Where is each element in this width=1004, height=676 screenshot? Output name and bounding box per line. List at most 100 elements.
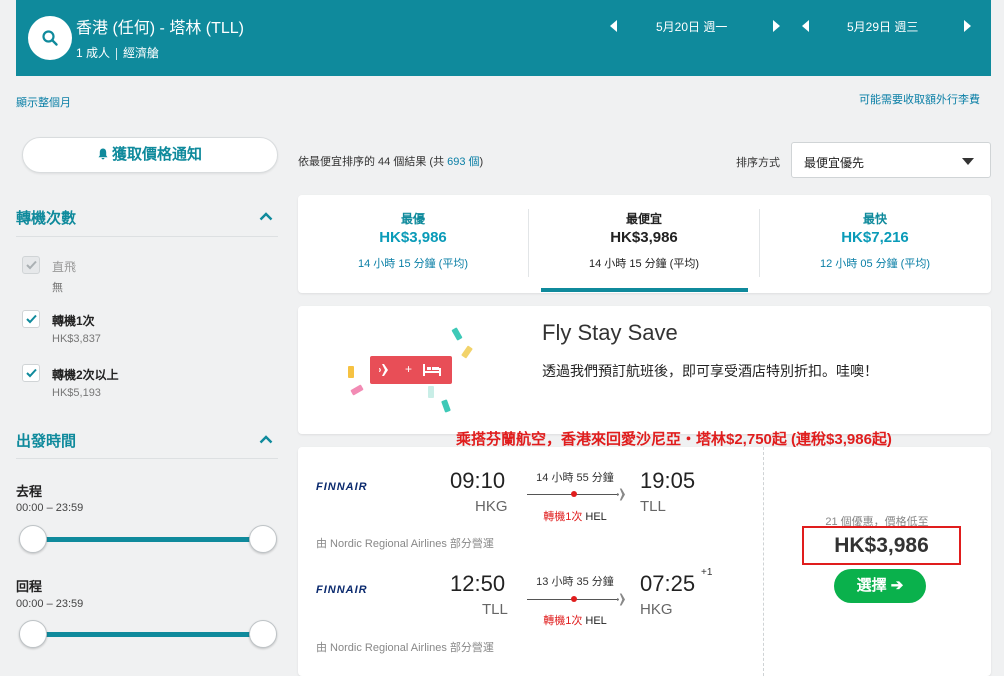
show-month-link[interactable]: 顯示整個月 [16, 94, 71, 110]
return-slider-end-handle[interactable] [249, 620, 277, 648]
results-summary: 依最便宜排序的 44 個結果 (共 693 個) [298, 153, 483, 169]
passenger-cabin[interactable]: 1 成人 經濟艙 [76, 44, 159, 61]
search-header[interactable]: 香港 (任何) - 塔林 (TLL) 1 成人 經濟艙 5月20日 週一 5月29… [16, 0, 991, 76]
check-icon [26, 314, 37, 324]
stops-direct-label: 直飛 [52, 260, 77, 274]
leg1-stops: 轉機1次 HEL [520, 508, 630, 524]
price-alert-button[interactable]: 獲取價格通知 [22, 137, 278, 173]
return-time-label: 回程 [16, 579, 43, 594]
tab-fastest-price: HK$7,216 [841, 229, 909, 246]
check-icon [26, 368, 37, 378]
outbound-slider-end-handle[interactable] [249, 525, 277, 553]
leg2-arrive-time: 07:25 [640, 571, 696, 596]
stops-one-checkbox[interactable] [22, 310, 40, 328]
baggage-fee-link[interactable]: 可能需要收取額外行李費 [859, 91, 980, 107]
leg1-duration: 14 小時 55 分鐘 [536, 472, 614, 484]
return-slider-track[interactable] [30, 632, 264, 637]
sort-tabs: 最優 HK$3,986 14 小時 15 分鐘 (平均) 最便宜 HK$3,98… [298, 195, 991, 293]
airplane-icon [617, 488, 631, 501]
red-annotation: 乘搭芬蘭航空，香港來回愛沙尼亞・塔林$2,750起 (連稅$3,986起) [456, 431, 892, 448]
results-sort-word: 最便宜 [309, 156, 342, 168]
depart-date[interactable]: 5月20日 週一 [656, 18, 727, 35]
confetti-decoration [441, 399, 451, 413]
return-date-nav[interactable]: 5月29日 週三 [802, 16, 972, 36]
results-total-link[interactable]: 693 個 [447, 156, 479, 168]
leg2-arrive-code: HKG [640, 601, 673, 618]
leg1-operated-by: 由 Nordic Regional Airlines 部分營運 [316, 538, 494, 550]
select-button[interactable]: 選擇 ➔ [834, 569, 926, 603]
leg2-operated-by: 由 Nordic Regional Airlines 部分營運 [316, 642, 494, 654]
stops-one-price: HK$3,837 [52, 333, 101, 345]
leg1-depart-code: HKG [475, 498, 508, 515]
stops-two-plus-label: 轉機2次以上 [52, 368, 119, 382]
search-button[interactable] [28, 16, 72, 60]
confetti-decoration [348, 366, 354, 378]
leg2-day-offset: +1 [701, 567, 713, 578]
chevron-right-icon[interactable] [964, 20, 971, 32]
stop-dot [571, 596, 577, 602]
leg1-stops-count: 轉機1次 [543, 511, 583, 523]
leg2-stops-count: 轉機1次 [543, 615, 583, 627]
flight-result-card[interactable]: FINNAIR 09:10 HKG 14 小時 55 分鐘 轉機1次 HEL 1… [298, 447, 991, 676]
stops-two-plus-price: HK$5,193 [52, 387, 101, 399]
active-tab-indicator [541, 288, 748, 292]
return-slider-start-handle[interactable] [19, 620, 47, 648]
badge-plus: + [405, 362, 413, 376]
divider [763, 447, 764, 676]
promo-description: 透過我們預訂航班後，即可享受酒店特別折扣。哇噢！ [542, 363, 878, 379]
tab-best-duration: 14 小時 15 分鐘 (平均) [357, 258, 469, 270]
leg1-via: HEL [585, 511, 607, 523]
departure-time-title[interactable]: 出發時間 [16, 430, 76, 451]
leg1-arrive-time: 19:05 [640, 468, 696, 493]
airplane-icon [617, 593, 631, 606]
outbound-time-label: 去程 [16, 484, 43, 499]
chevron-right-icon[interactable] [773, 20, 780, 32]
stops-direct-price: 無 [52, 282, 63, 294]
price-alert-label: 獲取價格通知 [111, 146, 202, 163]
check-icon [26, 260, 37, 270]
tab-best[interactable]: 最優 HK$3,986 14 小時 15 分鐘 (平均) [298, 195, 528, 293]
chevron-up-icon[interactable] [259, 212, 273, 221]
confetti-decoration [350, 384, 364, 396]
cabin-class: 經濟艙 [123, 46, 160, 60]
tab-cheapest-label: 最便宜 [625, 212, 662, 226]
confetti-decoration [428, 386, 434, 398]
tab-fastest-label: 最快 [862, 212, 887, 226]
divider [16, 458, 278, 459]
tab-cheapest-price: HK$3,986 [610, 229, 678, 246]
stops-filter-title[interactable]: 轉機次數 [16, 207, 76, 228]
sort-label: 排序方式 [736, 157, 780, 169]
stop-dot [571, 491, 577, 497]
tab-cheapest[interactable]: 最便宜 HK$3,986 14 小時 15 分鐘 (平均) [529, 195, 759, 293]
price-highlight-box: HK$3,986 [802, 526, 961, 565]
tab-best-price: HK$3,986 [379, 229, 447, 246]
outbound-time-range: 00:00 – 23:59 [16, 502, 84, 514]
tab-fastest[interactable]: 最快 HK$7,216 12 小時 05 分鐘 (平均) [760, 195, 990, 293]
promo-title: Fly Stay Save [542, 320, 678, 345]
chevron-left-icon[interactable] [802, 20, 809, 32]
chevron-left-icon[interactable] [610, 20, 617, 32]
stops-two-plus-checkbox[interactable] [22, 364, 40, 382]
results-count: 排序的 44 個結果 (共 [342, 156, 448, 168]
leg2-stops: 轉機1次 HEL [520, 612, 630, 628]
stops-one-label: 轉機1次 [52, 314, 95, 328]
confetti-decoration [461, 345, 473, 359]
leg2-duration: 13 小時 35 分鐘 [536, 576, 614, 588]
outbound-slider-start-handle[interactable] [19, 525, 47, 553]
flight-hotel-badge: + [370, 356, 452, 384]
return-time-range: 00:00 – 23:59 [16, 598, 84, 610]
finnair-logo: FINNAIR [316, 584, 368, 596]
chevron-up-icon[interactable] [259, 435, 273, 444]
return-date[interactable]: 5月29日 週三 [847, 18, 918, 35]
bell-icon [98, 148, 108, 160]
leg2-via: HEL [585, 615, 607, 627]
outbound-slider-track[interactable] [30, 537, 264, 542]
depart-date-nav[interactable]: 5月20日 週一 [610, 16, 780, 36]
stops-direct-checkbox[interactable] [22, 256, 40, 274]
caret-down-icon [962, 158, 974, 165]
results-suffix: ) [479, 156, 484, 168]
sort-select[interactable]: 最便宜優先 [791, 142, 991, 178]
fly-stay-save-promo[interactable]: + Fly Stay Save 透過我們預訂航班後，即可享受酒店特別折扣。哇噢！ [298, 306, 991, 434]
route-title[interactable]: 香港 (任何) - 塔林 (TLL) [76, 14, 244, 38]
leg2-depart-code: TLL [482, 601, 508, 618]
